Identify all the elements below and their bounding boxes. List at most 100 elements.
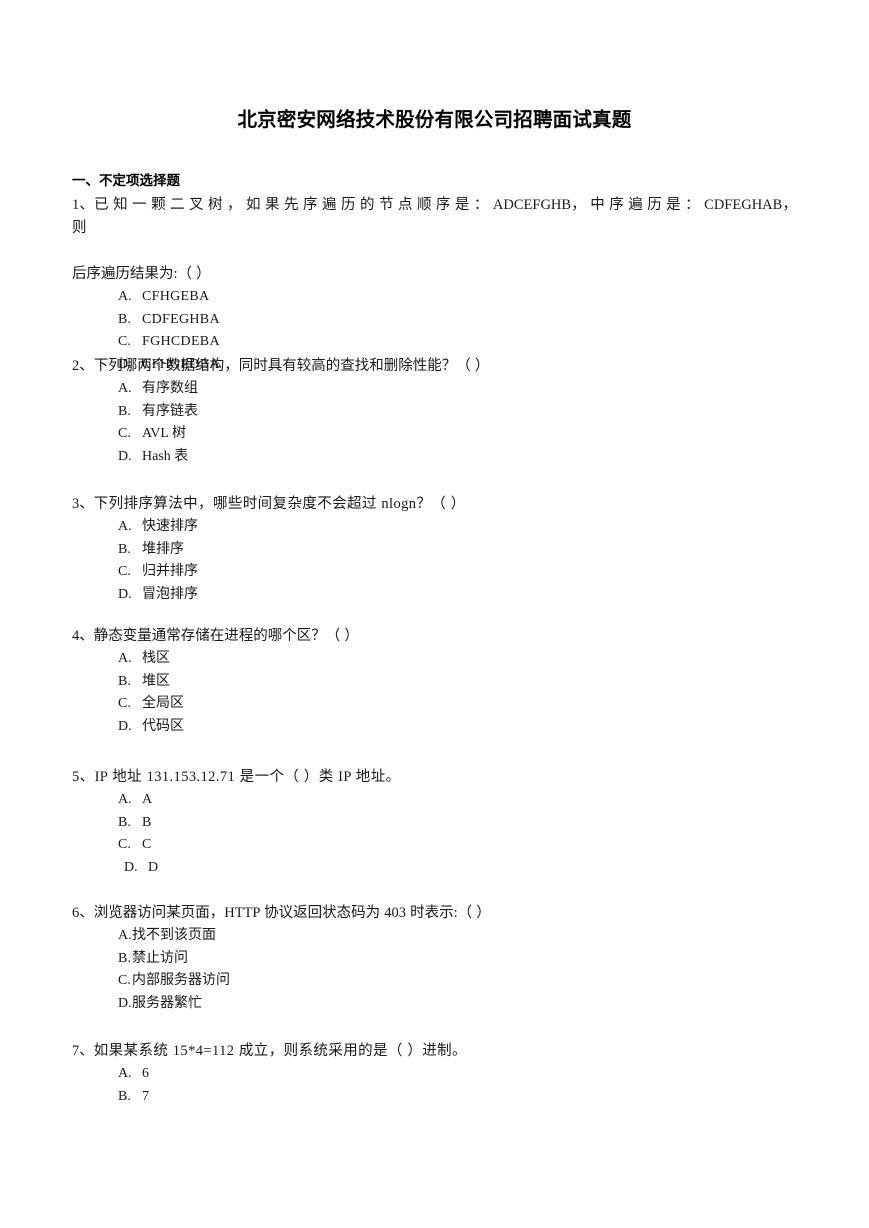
option-letter: C. xyxy=(118,973,131,988)
option-item[interactable]: A. 有序数组 xyxy=(72,378,797,401)
question-number-6: 6、 xyxy=(72,905,94,921)
option-text: CDFEGHBA xyxy=(142,311,220,327)
option-letter: B. xyxy=(118,1088,131,1104)
option-item[interactable]: C. C xyxy=(72,834,797,857)
option-item[interactable]: A. 快速排序 xyxy=(72,516,797,539)
option-letter: D. xyxy=(118,448,132,464)
option-text: CFHGEBA xyxy=(142,289,210,304)
question-body-1-line1: 已 知 一 颗 二 叉 树 ， 如 果 先 序 遍 历 的 节 点 顺 序 是 … xyxy=(72,197,797,236)
question-number-4: 4、 xyxy=(72,628,94,644)
option-text: 6 xyxy=(142,1066,150,1081)
option-letter: D. xyxy=(118,995,132,1011)
option-item[interactable]: B. 堆区 xyxy=(72,671,797,694)
option-item[interactable]: B. CDFEGHBA xyxy=(72,309,797,332)
option-list-7: A. 6 B. 7 xyxy=(72,1063,797,1108)
section-heading: 一、不定项选择题 xyxy=(72,173,180,189)
option-item[interactable]: B.禁止访问 xyxy=(72,948,797,971)
option-letter: A. xyxy=(118,928,132,943)
question-body-7: 如果某系统 15*4=112 成立，则系统采用的是（ ）进制。 xyxy=(93,1043,467,1059)
option-item[interactable]: C. 归并排序 xyxy=(72,561,797,584)
option-letter: D. xyxy=(118,586,132,602)
option-text: 7 xyxy=(142,1088,150,1104)
option-text: Hash 表 xyxy=(142,448,189,464)
option-letter: D. xyxy=(124,859,138,875)
question-number-3: 3、 xyxy=(72,496,94,512)
question-text-7: 7、如果某系统 15*4=112 成立，则系统采用的是（ ）进制。 xyxy=(72,1040,797,1063)
option-letter: C. xyxy=(118,837,131,852)
question-text-3: 3、下列排序算法中，哪些时间复杂度不会超过 nlogn？（ ） xyxy=(72,493,797,516)
option-item[interactable]: D. Hash 表 xyxy=(72,446,797,469)
option-text: A xyxy=(142,792,153,807)
option-text: 冒泡排序 xyxy=(142,586,198,602)
option-text: 归并排序 xyxy=(142,564,198,579)
option-letter: B. xyxy=(118,814,131,830)
option-text: 内部服务器访问 xyxy=(132,973,230,988)
page-title: 北京密安网络技术股份有限公司招聘面试真题 xyxy=(237,108,632,131)
option-text: 有序数组 xyxy=(142,381,198,396)
option-text: 堆排序 xyxy=(142,541,184,557)
document-page: 北京密安网络技术股份有限公司招聘面试真题 一、不定项选择题 1、已 知 一 颗 … xyxy=(0,0,869,1228)
option-text: D xyxy=(148,859,159,875)
option-item[interactable]: C. 全局区 xyxy=(72,693,797,716)
question-body-1-line2: 后序遍历结果为:（ ） xyxy=(72,266,211,282)
question-block-1: 1、已 知 一 颗 二 叉 树 ， 如 果 先 序 遍 历 的 节 点 顺 序 … xyxy=(72,194,797,376)
option-text: 堆区 xyxy=(142,673,170,689)
option-letter: A. xyxy=(118,651,132,666)
option-letter: A. xyxy=(118,792,132,807)
option-item[interactable]: C.内部服务器访问 xyxy=(72,970,797,993)
option-letter: C. xyxy=(118,564,131,579)
option-item[interactable]: B. B xyxy=(72,812,797,835)
option-text: FGHCDEBA xyxy=(142,334,220,349)
option-letter: B. xyxy=(118,950,131,966)
option-item[interactable]: A. 6 xyxy=(72,1063,797,1086)
option-item[interactable]: B. 有序链表 xyxy=(72,401,797,424)
option-item[interactable]: D.服务器繁忙 xyxy=(72,993,797,1016)
option-letter: A. xyxy=(118,289,132,304)
option-item[interactable]: A. A xyxy=(72,789,797,812)
question-body-4: 静态变量通常存储在进程的哪个区？（ ） xyxy=(93,628,359,644)
option-item[interactable]: A.找不到该页面 xyxy=(72,925,797,948)
option-text: 服务器繁忙 xyxy=(132,995,202,1011)
question-block-5: 5、IP 地址 131.153.12.71 是一个（ ）类 IP 地址。 A. A… xyxy=(72,766,797,879)
option-text: 全局区 xyxy=(142,696,184,711)
option-letter: A. xyxy=(118,1066,132,1081)
question-block-7: 7、如果某系统 15*4=112 成立，则系统采用的是（ ）进制。 A. 6 B.… xyxy=(72,1040,797,1108)
option-text: C xyxy=(142,837,152,852)
option-item[interactable]: D. 代码区 xyxy=(72,716,797,739)
option-text: 栈区 xyxy=(142,651,170,666)
option-item[interactable]: B. 7 xyxy=(72,1086,797,1109)
option-text: 找不到该页面 xyxy=(132,928,216,943)
question-body-5: IP 地址 131.153.12.71 是一个（ ）类 IP 地址。 xyxy=(94,769,401,785)
option-list-6: A.找不到该页面 B.禁止访问 C.内部服务器访问 D.服务器繁忙 xyxy=(72,925,797,1015)
question-text-1: 1、已 知 一 颗 二 叉 树 ， 如 果 先 序 遍 历 的 节 点 顺 序 … xyxy=(72,194,797,286)
option-text: 快速排序 xyxy=(142,519,198,534)
option-item[interactable]: C. FGHCDEBA xyxy=(72,331,797,354)
question-body-2: 下列哪两个数据结构，同时具有较高的查找和删除性能？（ ） xyxy=(93,358,490,374)
option-letter: B. xyxy=(118,311,131,327)
question-text-2: 2、下列哪两个数据结构，同时具有较高的查找和删除性能？（ ） xyxy=(72,355,797,378)
question-text-5: 5、IP 地址 131.153.12.71 是一个（ ）类 IP 地址。 xyxy=(72,766,797,789)
option-item[interactable]: B. 堆排序 xyxy=(72,539,797,562)
option-letter: A. xyxy=(118,381,132,396)
option-item[interactable]: A. 栈区 xyxy=(72,648,797,671)
question-number-5: 5、 xyxy=(72,769,95,785)
option-text: 禁止访问 xyxy=(132,950,188,966)
question-number-2: 2、 xyxy=(72,358,94,374)
option-item[interactable]: C. AVL 树 xyxy=(72,423,797,446)
option-letter: B. xyxy=(118,673,131,689)
question-block-3: 3、下列排序算法中，哪些时间复杂度不会超过 nlogn？（ ） A. 快速排序 B… xyxy=(72,493,797,606)
option-item[interactable]: D. D xyxy=(72,857,797,880)
question-number-1: 1、 xyxy=(72,197,95,213)
option-letter: D. xyxy=(118,718,132,734)
option-letter: C. xyxy=(118,426,131,441)
option-letter: C. xyxy=(118,696,131,711)
question-body-6: 浏览器访问某页面，HTTP 协议返回状态码为 403 时表示:（ ） xyxy=(93,905,491,921)
option-list-4: A. 栈区 B. 堆区 C. 全局区 D. 代码区 xyxy=(72,648,797,738)
option-letter: B. xyxy=(118,541,131,557)
question-block-6: 6、浏览器访问某页面，HTTP 协议返回状态码为 403 时表示:（ ） A.找… xyxy=(72,902,797,1015)
question-block-2: 2、下列哪两个数据结构，同时具有较高的查找和删除性能？（ ） A. 有序数组 B.… xyxy=(72,355,797,468)
option-item[interactable]: D. 冒泡排序 xyxy=(72,584,797,607)
question-text-4: 4、静态变量通常存储在进程的哪个区？（ ） xyxy=(72,625,797,648)
option-letter: B. xyxy=(118,403,131,419)
option-item[interactable]: A. CFHGEBA xyxy=(72,286,797,309)
